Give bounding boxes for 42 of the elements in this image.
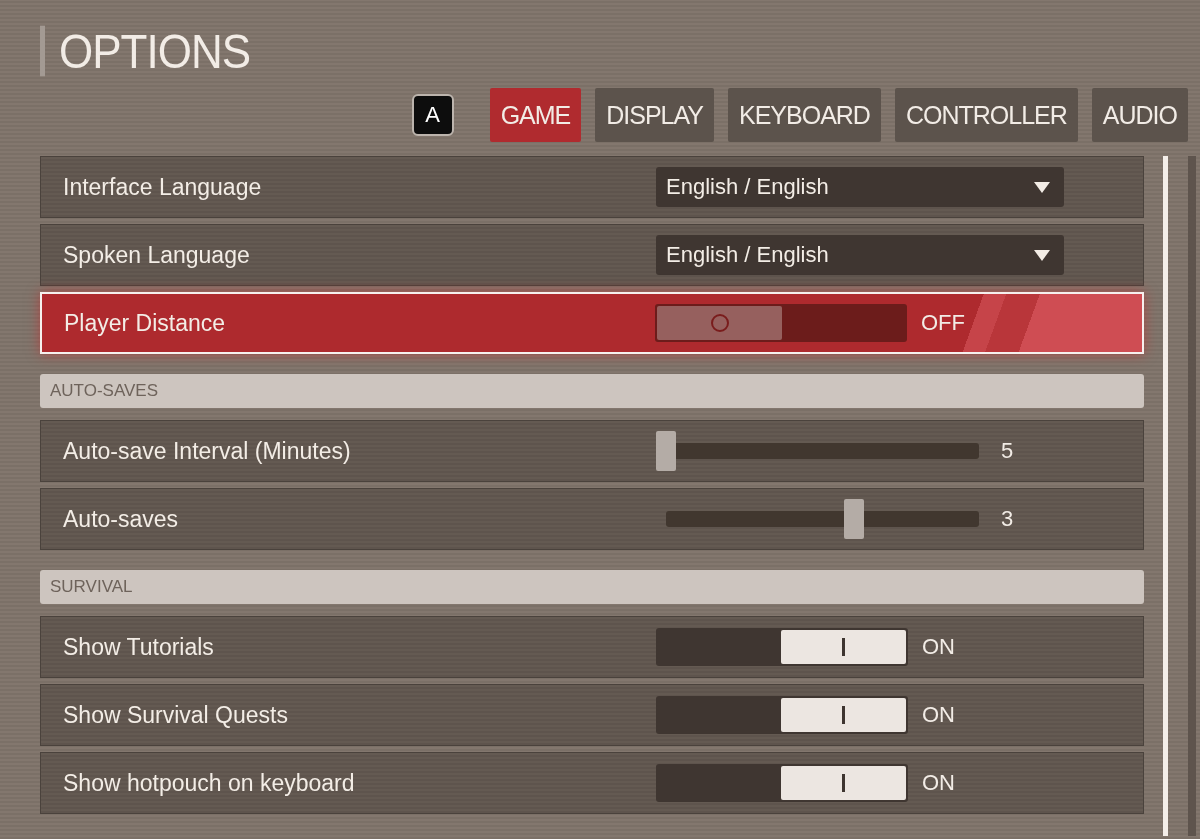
slider-value: 5 — [1001, 438, 1014, 464]
setting-row[interactable]: Show Survival Quests ON — [40, 684, 1144, 746]
slider-thumb[interactable] — [656, 431, 676, 471]
setting-row[interactable]: Auto-saves 3 — [40, 488, 1144, 550]
toggle-state: ON — [922, 634, 955, 660]
setting-row[interactable]: Interface Language English / English — [40, 156, 1144, 218]
setting-label: Auto-saves — [63, 505, 180, 533]
toggle-state: ON — [922, 702, 955, 728]
section-header: SURVIVAL — [40, 570, 1144, 604]
toggle-switch[interactable] — [656, 628, 908, 666]
setting-row[interactable]: Player Distance OFF — [40, 292, 1144, 354]
tab[interactable]: DISPLAY — [595, 88, 714, 142]
slider-value: 3 — [1001, 506, 1014, 532]
page-title: OPTIONS — [40, 25, 251, 77]
setting-label: Show Tutorials — [63, 633, 215, 661]
setting-row[interactable]: Show hotpouch on keyboard ON — [40, 752, 1144, 814]
tab[interactable]: AUDIO — [1091, 88, 1188, 142]
toggle-switch[interactable] — [656, 764, 908, 802]
language-dropdown[interactable]: English / English — [656, 235, 1064, 275]
setting-row[interactable]: Show Tutorials ON — [40, 616, 1144, 678]
setting-label: Show hotpouch on keyboard — [63, 769, 356, 797]
dropdown-triangle-icon — [1034, 181, 1050, 193]
tab[interactable]: GAME — [489, 88, 582, 142]
section-header: AUTO-SAVES — [40, 374, 1144, 408]
toggle-switch[interactable] — [656, 696, 908, 734]
setting-label: Show Survival Quests — [63, 701, 289, 729]
setting-label: Auto-save Interval (Minutes) — [63, 437, 352, 465]
toggle-state: OFF — [921, 310, 965, 336]
setting-label: Interface Language — [63, 173, 263, 201]
tab[interactable]: CONTROLLER — [894, 88, 1078, 142]
setting-row[interactable]: Spoken Language English / English — [40, 224, 1144, 286]
toggle-state: ON — [922, 770, 955, 796]
toggle-switch[interactable] — [655, 304, 907, 342]
language-dropdown[interactable]: English / English — [656, 167, 1064, 207]
slider-thumb[interactable] — [843, 499, 864, 539]
slider[interactable] — [656, 431, 979, 471]
setting-row[interactable]: Auto-save Interval (Minutes) 5 — [40, 420, 1144, 482]
dropdown-triangle-icon — [1034, 249, 1050, 261]
scrollbar[interactable] — [1163, 156, 1168, 836]
setting-label: Player Distance — [64, 309, 227, 337]
setting-label: Spoken Language — [63, 241, 251, 269]
tab[interactable]: KEYBOARD — [728, 88, 881, 142]
